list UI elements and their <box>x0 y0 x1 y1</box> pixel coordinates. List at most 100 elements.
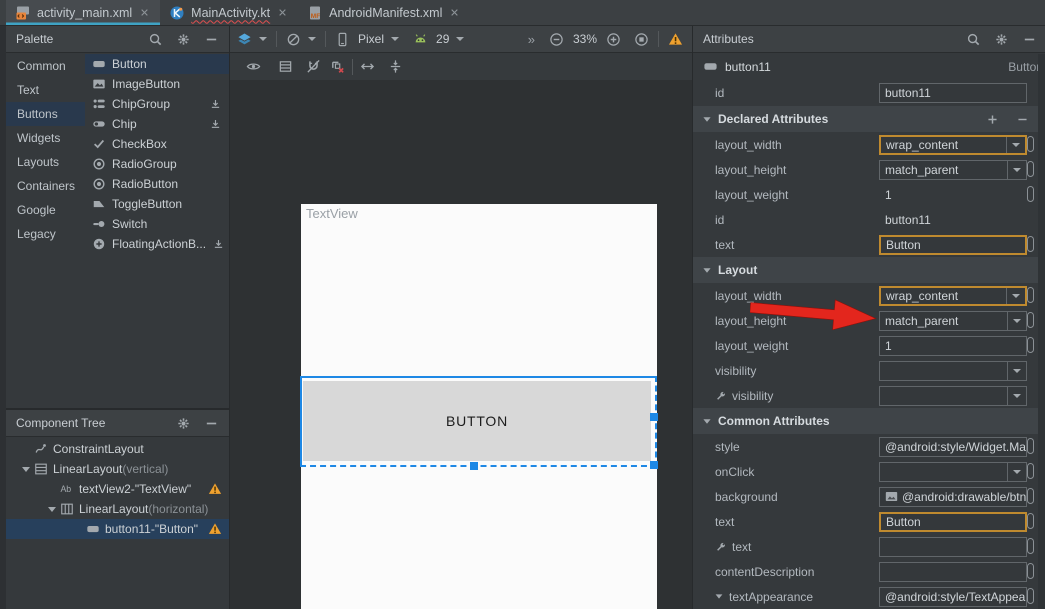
canvas-button[interactable]: BUTTON <box>303 381 651 461</box>
toggle-pill-icon[interactable] <box>1027 463 1034 479</box>
attr-dropdown[interactable]: @android:style/Widget.Mat <box>879 437 1027 457</box>
search-icon[interactable] <box>966 32 981 47</box>
distribute-vertical-icon[interactable] <box>388 59 403 74</box>
dropdown-arrow-button[interactable] <box>1007 362 1026 380</box>
palette-item-radiobutton[interactable]: RadioButton <box>85 174 229 194</box>
close-icon[interactable] <box>138 6 151 19</box>
attr-input[interactable] <box>879 562 1027 582</box>
selection-handle-corner[interactable] <box>650 461 658 469</box>
toggle-pill-icon[interactable] <box>1027 161 1034 177</box>
gear-icon[interactable] <box>994 32 1009 47</box>
palette-item-switch[interactable]: Switch <box>85 214 229 234</box>
toggle-pill-icon[interactable] <box>1027 438 1034 454</box>
palette-item-togglebutton[interactable]: ToggleButton <box>85 194 229 214</box>
orientation-selector[interactable] <box>286 32 316 47</box>
attr-input[interactable]: Button <box>879 512 1027 532</box>
palette-item-imagebutton[interactable]: ImageButton <box>85 74 229 94</box>
attr-dropdown[interactable]: match_parent <box>879 160 1027 180</box>
palette-category-layouts[interactable]: Layouts <box>6 150 85 174</box>
close-icon[interactable] <box>276 6 289 19</box>
pack-horizontal-icon[interactable] <box>360 59 375 74</box>
toggle-pill-icon[interactable] <box>1027 186 1034 202</box>
attr-input[interactable]: button11 <box>879 83 1027 103</box>
minimize-icon[interactable] <box>204 416 219 431</box>
section-header-declared-attributes[interactable]: Declared Attributes <box>693 106 1045 132</box>
tree-item-linearlayout[interactable]: LinearLayout(vertical) <box>6 459 229 479</box>
canvas-textview[interactable]: TextView <box>306 206 358 221</box>
dropdown-arrow-button[interactable] <box>1007 161 1026 179</box>
editor-tab-AndroidManifest.xml[interactable]: MFAndroidManifest.xml <box>298 0 470 25</box>
dropdown-arrow-button[interactable] <box>1007 387 1026 405</box>
palette-item-checkbox[interactable]: CheckBox <box>85 134 229 154</box>
attr-input[interactable]: Button <box>879 235 1027 255</box>
selection-handle-right[interactable] <box>650 413 658 421</box>
expand-arrow-icon[interactable] <box>18 467 34 472</box>
gear-icon[interactable] <box>176 32 191 47</box>
attr-input[interactable]: 1 <box>879 336 1027 356</box>
design-surface-selector[interactable] <box>237 32 267 47</box>
api-selector[interactable]: 29 <box>413 32 464 47</box>
editor-tab-activity_main.xml[interactable]: activity_main.xml <box>6 0 160 25</box>
warnings-icon[interactable] <box>668 32 683 47</box>
toggle-pill-icon[interactable] <box>1027 588 1034 604</box>
toggle-pill-icon[interactable] <box>1027 136 1034 152</box>
download-icon[interactable] <box>209 118 222 131</box>
attr-value-text[interactable]: 1 <box>879 188 892 202</box>
dropdown-arrow-button[interactable] <box>1007 463 1026 481</box>
palette-category-text[interactable]: Text <box>6 78 85 102</box>
selection-handle-bottom[interactable] <box>470 462 478 470</box>
tree-item-button11[interactable]: button11- "Button" <box>6 519 229 539</box>
attr-dropdown[interactable]: match_parent <box>879 311 1027 331</box>
palette-item-chip[interactable]: Chip <box>85 114 229 134</box>
view-options-eye-icon[interactable] <box>246 59 261 74</box>
palette-category-google[interactable]: Google <box>6 198 85 222</box>
zoom-out-icon[interactable] <box>549 32 564 47</box>
palette-category-buttons[interactable]: Buttons <box>6 102 85 126</box>
toggle-pill-icon[interactable] <box>1027 563 1034 579</box>
attributes-scrollbar[interactable] <box>1038 54 1045 609</box>
toggle-pill-icon[interactable] <box>1027 236 1034 252</box>
palette-category-widgets[interactable]: Widgets <box>6 126 85 150</box>
gear-icon[interactable] <box>176 416 191 431</box>
autoconnect-off-magnet-icon[interactable] <box>306 59 321 74</box>
expand-arrow-icon[interactable] <box>716 594 723 598</box>
toggle-pill-icon[interactable] <box>1027 513 1034 529</box>
add-attribute-icon[interactable] <box>986 113 999 126</box>
download-icon[interactable] <box>212 238 225 251</box>
palette-item-floatingactionb[interactable]: FloatingActionB... <box>85 234 229 254</box>
toggle-pill-icon[interactable] <box>1027 337 1034 353</box>
expand-arrow-icon[interactable] <box>44 507 60 512</box>
tree-item-linearlayout[interactable]: LinearLayout(horizontal) <box>6 499 229 519</box>
attr-input[interactable] <box>879 537 1027 557</box>
toolbar-overflow-chevron[interactable]: » <box>528 32 536 47</box>
download-icon[interactable] <box>209 98 222 111</box>
dropdown-arrow-button[interactable] <box>1006 288 1025 304</box>
palette-category-legacy[interactable]: Legacy <box>6 222 85 246</box>
toggle-pill-icon[interactable] <box>1027 538 1034 554</box>
remove-attribute-icon[interactable] <box>1016 113 1029 126</box>
attr-value-text[interactable]: button11 <box>879 213 931 227</box>
palette-category-containers[interactable]: Containers <box>6 174 85 198</box>
attr-dropdown[interactable] <box>879 386 1027 406</box>
zoom-in-icon[interactable] <box>606 32 621 47</box>
minimize-icon[interactable] <box>1022 32 1037 47</box>
attr-dropdown[interactable]: @android:style/TextAppear <box>879 587 1027 607</box>
palette-item-button[interactable]: Button <box>85 54 229 74</box>
device-selector[interactable]: Pixel <box>335 32 399 47</box>
attr-dropdown[interactable] <box>879 462 1027 482</box>
clear-constraints-icon[interactable] <box>330 59 345 74</box>
attr-dropdown[interactable] <box>879 361 1027 381</box>
attr-dropdown[interactable]: wrap_content <box>879 135 1027 155</box>
dropdown-arrow-button[interactable] <box>1007 312 1026 330</box>
tree-item-constraintlayout[interactable]: ConstraintLayout <box>6 439 229 459</box>
attr-dropdown[interactable]: wrap_content <box>879 286 1027 306</box>
toggle-pill-icon[interactable] <box>1027 287 1034 303</box>
close-icon[interactable] <box>448 6 461 19</box>
blueprint-icon[interactable] <box>278 59 293 74</box>
minimize-icon[interactable] <box>204 32 219 47</box>
tree-item-textview2[interactable]: AbtextView2- "TextView" <box>6 479 229 499</box>
zoom-to-fit-icon[interactable] <box>634 32 649 47</box>
search-icon[interactable] <box>148 32 163 47</box>
section-header-layout[interactable]: Layout <box>693 257 1045 283</box>
toggle-pill-icon[interactable] <box>1027 312 1034 328</box>
